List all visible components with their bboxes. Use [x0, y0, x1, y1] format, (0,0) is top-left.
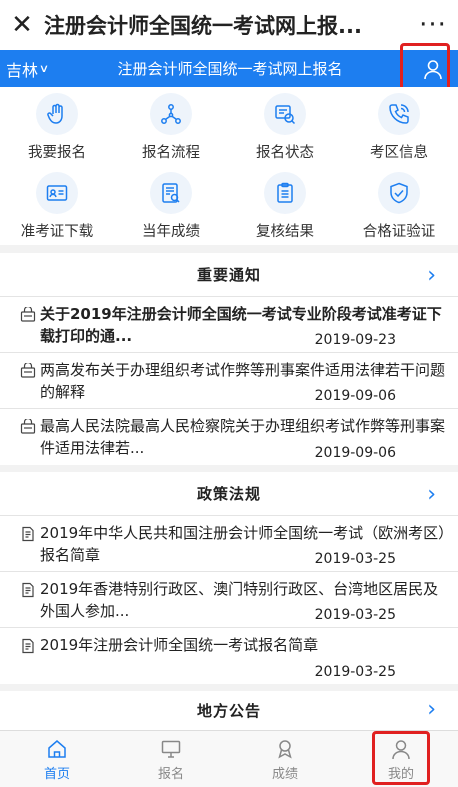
- grid-label: 准考证下载: [20, 224, 94, 240]
- grid-label: 我要报名: [28, 145, 86, 161]
- tab-register[interactable]: 报名: [114, 731, 228, 787]
- notice-date: 2019-09-06: [310, 388, 396, 404]
- policy-date: 2019-03-25: [310, 607, 396, 623]
- notice-icon: [20, 307, 36, 322]
- document-icon: [22, 638, 34, 654]
- grid-label: 考区信息: [370, 145, 428, 161]
- list-item[interactable]: 2019年注册会计师全国统一考试报名简章 2019-03-25: [0, 628, 458, 684]
- close-icon[interactable]: ✕: [0, 0, 44, 50]
- chevron-right-icon[interactable]: ›: [427, 697, 436, 722]
- score-doc-icon: [150, 172, 192, 214]
- grid-item-admission-ticket[interactable]: 准考证下载: [0, 166, 114, 245]
- tab-label: 报名: [157, 766, 184, 782]
- tab-score[interactable]: 成绩: [228, 731, 342, 787]
- list-item[interactable]: 最高人民法院最高人民检察院关于办理组织考试作弊等刑事案件适用法律若... 201…: [0, 409, 458, 465]
- site-header: 吉林 ∨ 注册会计师全国统一考试网上报名: [0, 50, 458, 87]
- list-item[interactable]: 关于2019年注册会计师全国统一考试专业阶段考试准考证下载打印的通... 201…: [0, 297, 458, 353]
- notice-date: 2019-09-06: [310, 445, 396, 461]
- phone-icon: [378, 93, 420, 135]
- app-titlebar: ✕ 注册会计师全国统一考试网上报... ···: [0, 0, 458, 50]
- grid-item-register[interactable]: 我要报名: [0, 87, 114, 166]
- clipboard-icon: [264, 172, 306, 214]
- notice-icon: [20, 363, 36, 378]
- grid-label: 报名状态: [256, 145, 314, 161]
- policy-date: 2019-03-25: [310, 664, 396, 680]
- notice-date: 2019-09-23: [310, 332, 396, 348]
- section-title: 重要通知: [196, 266, 261, 284]
- policy-date: 2019-03-25: [310, 551, 396, 567]
- grid-item-certificate-verify[interactable]: 合格证验证: [342, 166, 456, 245]
- local-announcements-section: 地方公告 ›: [0, 691, 458, 730]
- local-header[interactable]: 地方公告 ›: [0, 691, 458, 730]
- grid-item-review-result[interactable]: 复核结果: [228, 166, 342, 245]
- grid-label: 合格证验证: [362, 224, 436, 240]
- notices-section: 重要通知 › 关于2019年注册会计师全国统一考试专业阶段考试准考证下载打印的通…: [0, 253, 458, 465]
- tab-label: 成绩: [271, 766, 298, 782]
- chevron-right-icon[interactable]: ›: [427, 263, 436, 288]
- tab-label: 首页: [43, 766, 70, 782]
- region-selector[interactable]: 吉林 ∨: [0, 57, 64, 81]
- award-icon: [278, 739, 292, 759]
- grid-item-process[interactable]: 报名流程: [114, 87, 228, 166]
- chevron-down-icon: ∨: [38, 62, 50, 75]
- page-title: 注册会计师全国统一考试网上报...: [44, 14, 362, 38]
- shield-check-icon: [378, 172, 420, 214]
- status-icon: [264, 93, 306, 135]
- section-title: 政策法规: [196, 485, 261, 503]
- notices-header[interactable]: 重要通知 ›: [0, 253, 458, 297]
- feature-grid: 我要报名 报名流程 报名状态 考区信息 准考证下载 当年成绩 复核结果 合格证验…: [0, 87, 458, 245]
- grid-label: 当年成绩: [142, 224, 200, 240]
- policies-section: 政策法规 › 2019年中华人民共和国注册会计师全国统一考试（欧洲考区）报名简章…: [0, 472, 458, 684]
- section-title: 地方公告: [196, 702, 261, 720]
- flow-icon: [150, 93, 192, 135]
- chevron-right-icon[interactable]: ›: [427, 482, 436, 507]
- grid-item-exam-area[interactable]: 考区信息: [342, 87, 456, 166]
- grid-item-current-score[interactable]: 当年成绩: [114, 166, 228, 245]
- grid-label: 复核结果: [256, 224, 314, 240]
- notice-icon: [20, 419, 36, 434]
- list-item[interactable]: 两高发布关于办理组织考试作弊等刑事案件适用法律若干问题的解释 2019-09-0…: [0, 353, 458, 409]
- highlight-box-mine: [372, 731, 430, 785]
- document-icon: [22, 582, 34, 598]
- document-icon: [22, 526, 34, 542]
- monitor-icon: [161, 740, 181, 758]
- policy-text: 2019年注册会计师全国统一考试报名简章: [40, 636, 319, 654]
- id-card-icon: [36, 172, 78, 214]
- site-title: 注册会计师全国统一考试网上报名: [117, 60, 343, 78]
- list-item[interactable]: 2019年香港特别行政区、澳门特别行政区、台湾地区居民及外国人参加... 201…: [0, 572, 458, 628]
- hand-icon: [36, 93, 78, 135]
- tab-home[interactable]: 首页: [0, 731, 114, 787]
- home-icon: [48, 739, 66, 758]
- grid-item-status[interactable]: 报名状态: [228, 87, 342, 166]
- list-item[interactable]: 2019年中华人民共和国注册会计师全国统一考试（欧洲考区）报名简章 2019-0…: [0, 516, 458, 572]
- grid-label: 报名流程: [142, 145, 200, 161]
- policies-header[interactable]: 政策法规 ›: [0, 472, 458, 516]
- region-label: 吉林: [6, 60, 39, 80]
